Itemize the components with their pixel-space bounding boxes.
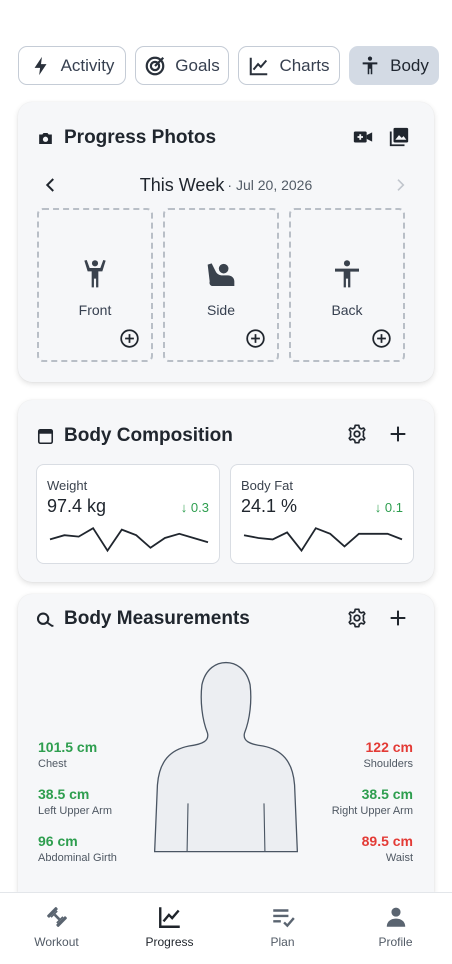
body-silhouette — [153, 661, 299, 853]
nav-profile-label: Profile — [378, 935, 413, 949]
tab-charts-label: Charts — [279, 55, 330, 75]
nav-plan[interactable]: Plan — [226, 893, 339, 964]
body-fat-sparkline-line — [243, 527, 403, 553]
left-upper-arm-value[interactable]: 38.5 cm — [38, 786, 89, 802]
scale-box-icon — [37, 428, 54, 444]
gallery-icon — [389, 127, 409, 147]
progress-tabs: Activity Goals Charts Body — [18, 46, 440, 85]
photo-slot-side[interactable]: Side — [163, 208, 279, 362]
plus-icon — [390, 426, 406, 442]
tab-body-label: Body — [390, 55, 429, 75]
bottom-nav: Workout Progress Plan Profile — [0, 892, 452, 964]
checklist-icon — [272, 909, 295, 928]
add-circle-icon[interactable] — [371, 328, 392, 349]
nav-profile[interactable]: Profile — [339, 893, 452, 964]
weight-delta-value: 0.3 — [190, 500, 209, 515]
gear-icon — [348, 424, 366, 444]
body-composition-title: Body Composition — [64, 425, 233, 446]
tab-activity[interactable]: Activity — [18, 46, 126, 85]
progress-photos-header: Progress Photos — [36, 127, 216, 149]
back-pose-icon — [335, 260, 359, 288]
camera-icon — [39, 132, 52, 144]
tab-charts[interactable]: Charts — [238, 46, 340, 85]
arrow-down-icon: ↓ — [374, 500, 385, 515]
body-fat-name: Body Fat — [241, 478, 294, 493]
abdominal-girth-value[interactable]: 96 cm — [38, 833, 78, 849]
dumbbell-icon — [46, 907, 67, 927]
chest-value[interactable]: 101.5 cm — [38, 739, 97, 755]
weight-sparkline-line — [49, 526, 209, 553]
person-icon — [386, 907, 405, 927]
weight-sparkline — [49, 526, 209, 553]
shoulders-label: Shoulders — [363, 758, 413, 770]
left-upper-arm-label: Left Upper Arm — [38, 805, 112, 817]
photo-slot-back-label: Back — [331, 302, 363, 318]
photo-slot-front[interactable]: Front — [37, 208, 153, 362]
body-fat-delta-value: 0.1 — [384, 500, 403, 515]
nav-workout[interactable]: Workout — [0, 893, 113, 964]
line-chart-icon — [158, 907, 180, 928]
body-fat-metric[interactable]: Body Fat 24.1 % ↓ 0.1 — [230, 464, 414, 564]
chevron-right-icon[interactable] — [392, 177, 408, 193]
waist-value[interactable]: 89.5 cm — [362, 833, 413, 849]
body-composition-card: Body Composition Weight 97.4 kg ↓ 0.3 Bo… — [18, 400, 434, 582]
shoulders-value[interactable]: 122 cm — [366, 739, 413, 755]
body-icon — [362, 56, 378, 74]
abdominal-girth-label: Abdominal Girth — [38, 852, 117, 864]
progress-photos-title: Progress Photos — [64, 127, 217, 148]
body-composition-header: Body Composition — [36, 425, 233, 447]
tab-body[interactable]: Body — [349, 46, 439, 85]
photo-slot-front-label: Front — [78, 302, 112, 318]
gallery-button[interactable] — [386, 124, 412, 150]
chest-label: Chest — [38, 758, 67, 770]
line-chart-icon — [250, 57, 268, 75]
bolt-icon — [34, 56, 47, 75]
target-icon — [145, 56, 165, 75]
week-label: This Week — [139, 174, 225, 195]
add-circle-icon[interactable] — [119, 328, 140, 349]
arrow-down-icon: ↓ — [180, 500, 191, 515]
waist-label: Waist — [385, 852, 413, 864]
tab-activity-label: Activity — [60, 55, 115, 75]
nav-progress-label: Progress — [145, 935, 194, 949]
video-plus-icon — [353, 131, 373, 143]
week-selector: This Week · Jul 20, 2026 — [18, 172, 434, 198]
photo-slot-back[interactable]: Back — [289, 208, 405, 362]
body-measurements-card: Body Measurements 101.5 cm Chest 38.5 cm… — [18, 594, 434, 894]
tab-goals[interactable]: Goals — [135, 46, 229, 85]
weight-value: 97.4 kg — [47, 496, 107, 516]
add-circle-icon[interactable] — [245, 328, 266, 349]
right-upper-arm-value[interactable]: 38.5 cm — [362, 786, 413, 802]
body-fat-value: 24.1 % — [241, 496, 298, 516]
weight-name: Weight — [47, 478, 88, 493]
nav-plan-label: Plan — [270, 935, 295, 949]
body-fat-sparkline — [243, 527, 403, 553]
nav-workout-label: Workout — [34, 935, 79, 949]
side-pose-icon — [207, 263, 235, 286]
composition-settings-button[interactable] — [344, 421, 370, 447]
week-date: · Jul 20, 2026 — [227, 177, 313, 193]
nav-progress[interactable]: Progress — [113, 893, 226, 964]
add-composition-button[interactable] — [385, 421, 411, 447]
right-upper-arm-label: Right Upper Arm — [331, 805, 413, 817]
weight-delta: ↓ 0.3 — [181, 500, 209, 515]
photo-slot-side-label: Side — [206, 302, 236, 318]
weight-metric[interactable]: Weight 97.4 kg ↓ 0.3 — [36, 464, 220, 564]
tab-goals-label: Goals — [175, 55, 220, 75]
add-video-button[interactable] — [350, 124, 376, 150]
body-fat-delta: ↓ 0.1 — [375, 500, 403, 515]
front-pose-icon — [84, 260, 106, 288]
chevron-left-icon[interactable] — [42, 176, 60, 194]
progress-photos-card: Progress Photos This Week · Jul 20, 2026… — [18, 102, 434, 382]
